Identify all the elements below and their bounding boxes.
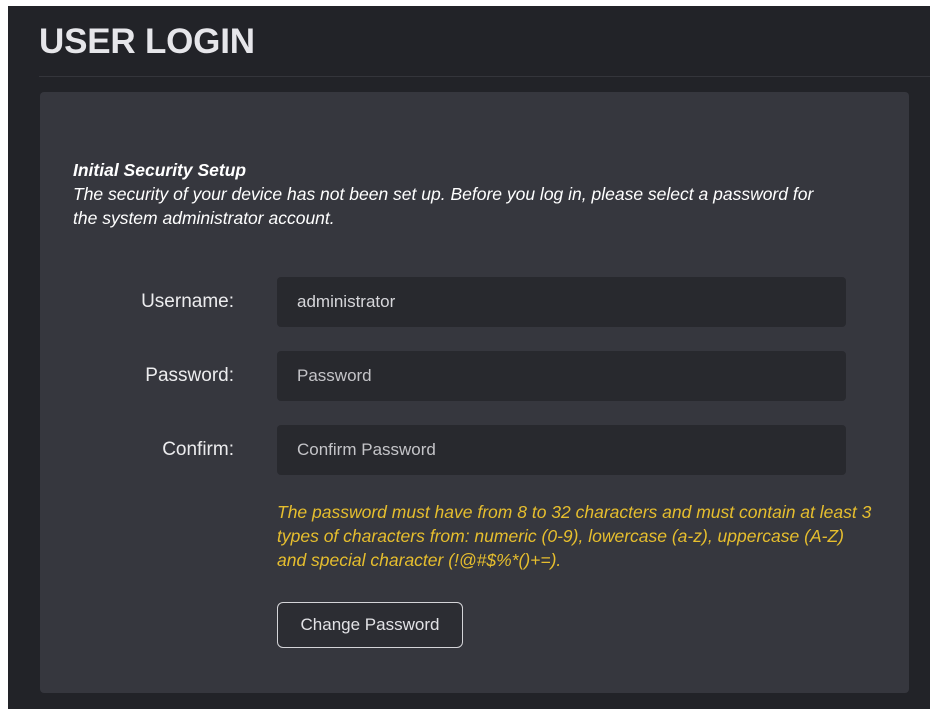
setup-description: The security of your device has not been… bbox=[73, 184, 814, 228]
username-label: Username: bbox=[141, 291, 234, 312]
security-setup-panel: Initial Security Setup The security of y… bbox=[40, 92, 909, 693]
setup-intro: Initial Security Setup The security of y… bbox=[73, 158, 833, 230]
confirm-label: Confirm: bbox=[162, 439, 234, 460]
confirm-password-input[interactable] bbox=[277, 425, 846, 475]
setup-heading: Initial Security Setup bbox=[73, 160, 247, 180]
username-input[interactable] bbox=[277, 277, 846, 327]
password-requirements-hint: The password must have from 8 to 32 char… bbox=[277, 502, 872, 570]
password-input[interactable] bbox=[277, 351, 846, 401]
login-window: USER LOGIN Initial Security Setup The se… bbox=[8, 6, 930, 709]
password-label: Password: bbox=[145, 365, 234, 386]
page-title: USER LOGIN bbox=[39, 22, 255, 61]
change-password-button[interactable]: Change Password bbox=[277, 602, 463, 648]
title-divider bbox=[39, 76, 930, 77]
